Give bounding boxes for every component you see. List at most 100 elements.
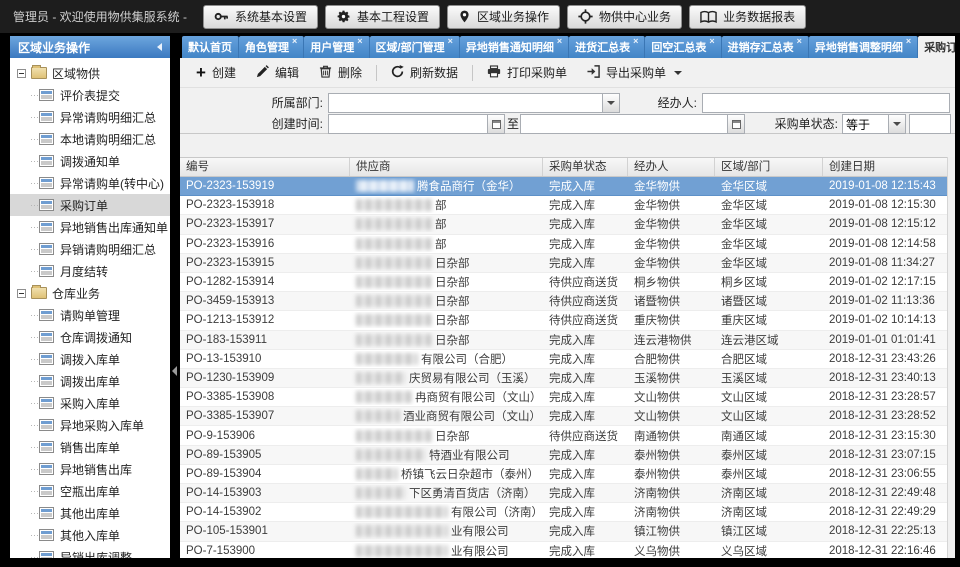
table-row[interactable]: PO-13-153910 有限公司（合肥） 完成入库 合肥物供 合肥区域 201…	[180, 350, 947, 369]
tab-close-icon[interactable]: ×	[633, 36, 638, 47]
tree-item[interactable]: 评价表提交	[10, 84, 170, 106]
tree-item[interactable]: 采购订单	[10, 194, 170, 216]
table-row[interactable]: PO-2323-153919 腾食品商行（金华） 完成入库 金华物供 金华区域 …	[180, 177, 947, 196]
tab[interactable]: 用户管理 ×	[304, 36, 369, 58]
tab-close-icon[interactable]: ×	[797, 36, 802, 47]
system-settings-button[interactable]: 系统基本设置	[203, 5, 318, 29]
created-to-calendar-trigger[interactable]	[727, 115, 744, 133]
export-po-button[interactable]: 导出采购单	[581, 61, 688, 84]
tab[interactable]: 采购订单 ×	[918, 36, 955, 58]
tree-item[interactable]: 异地销售出库	[10, 458, 170, 480]
tab-close-icon[interactable]: ×	[709, 36, 714, 47]
system-settings-label: 系统基本设置	[235, 8, 307, 25]
tab-close-icon[interactable]: ×	[906, 36, 911, 47]
sidebar-panel: 区域业务操作 区域物供 评价表提交 异常请购明细汇总	[10, 36, 170, 558]
cell-status: 完成入库	[543, 485, 628, 501]
manager-filter-input[interactable]	[703, 94, 949, 112]
tree-item[interactable]: 采购入库单	[10, 392, 170, 414]
tree-item[interactable]: 本地请购明细汇总	[10, 128, 170, 150]
supply-center-button[interactable]: 物供中心业务	[567, 5, 682, 29]
tree-item[interactable]: 销售出库单	[10, 436, 170, 458]
sidebar-collapse-icon[interactable]	[157, 43, 162, 51]
engineering-settings-button[interactable]: 基本工程设置	[325, 5, 440, 29]
cell-region: 泰州区域	[715, 466, 823, 482]
tab[interactable]: 默认首页 ×	[182, 36, 239, 58]
created-from-calendar-trigger[interactable]	[487, 115, 504, 133]
tab[interactable]: 角色管理 ×	[239, 36, 304, 58]
tree-expand-toggle-icon[interactable]	[17, 69, 26, 78]
tab[interactable]: 异地销售通知明细 ×	[460, 36, 569, 58]
regional-operations-button[interactable]: 区域业务操作	[447, 5, 560, 29]
refresh-button[interactable]: 刷新数据	[385, 61, 464, 84]
tree-item[interactable]: 调拨通知单	[10, 150, 170, 172]
tree-item[interactable]: 调拨入库单	[10, 348, 170, 370]
table-row[interactable]: PO-89-153905 特酒业有限公司 完成入库 泰州物供 泰州区域 2018…	[180, 446, 947, 465]
status-operator-input[interactable]	[843, 115, 888, 133]
table-row[interactable]: PO-3385-153908 冉商贸有限公司（文山） 完成入库 文山物供 文山区…	[180, 388, 947, 407]
tree-item[interactable]: 异地采购入库单	[10, 414, 170, 436]
created-to-input[interactable]	[521, 115, 727, 133]
table-row[interactable]: PO-2323-153917 部 完成入库 金华物供 金华区域 2019-01-…	[180, 215, 947, 234]
table-row[interactable]: PO-2323-153915 日杂部 完成入库 金华物供 金华区域 2019-0…	[180, 254, 947, 273]
tree-item[interactable]: 异销请购明细汇总	[10, 238, 170, 260]
table-row[interactable]: PO-1230-153909 庆贸易有限公司（玉溪） 完成入库 玉溪物供 玉溪区…	[180, 369, 947, 388]
tree-item[interactable]: 调拨出库单	[10, 370, 170, 392]
tree-item[interactable]: 异地销售出库通知单	[10, 216, 170, 238]
tree-item[interactable]: 异常请购明细汇总	[10, 106, 170, 128]
table-row[interactable]: PO-3459-153913 日杂部 待供应商送货 诸暨物供 诸暨区域 2019…	[180, 292, 947, 311]
table-row[interactable]: PO-14-153903 下区勇清百货店（济南） 完成入库 济南物供 济南区域 …	[180, 484, 947, 503]
column-header-created[interactable]: 创建日期	[823, 158, 945, 176]
tab[interactable]: 进销存汇总表 ×	[722, 36, 809, 58]
table-row[interactable]: PO-3385-153907 酒业商贸有限公司（文山） 完成入库 文山物供 文山…	[180, 407, 947, 426]
table-row[interactable]: PO-7-153900 业有限公司 完成入库 义乌物供 义乌区域 2018-12…	[180, 542, 947, 558]
status-operator-dropdown-trigger[interactable]	[888, 115, 905, 133]
dept-filter-input[interactable]	[329, 94, 602, 112]
column-header-supplier[interactable]: 供应商	[350, 158, 543, 176]
tree-item[interactable]: 异常请购单(转中心)	[10, 172, 170, 194]
print-po-button[interactable]: 打印采购单	[481, 61, 573, 84]
tab-close-icon[interactable]: ×	[448, 36, 453, 47]
gear-icon	[336, 9, 351, 24]
tab[interactable]: 回空汇总表 ×	[645, 36, 721, 58]
table-row[interactable]: PO-1213-153912 日杂部 待供应商送货 重庆物供 重庆区域 2019…	[180, 311, 947, 330]
tab[interactable]: 异地销售调整明细 ×	[809, 36, 918, 58]
supplier-text: 部	[435, 197, 447, 213]
tree-item[interactable]: 其他入库单	[10, 524, 170, 546]
sidebar-splitter-handle[interactable]	[172, 366, 177, 376]
dept-dropdown-trigger[interactable]	[602, 94, 619, 112]
tab-close-icon[interactable]: ×	[557, 36, 562, 47]
column-header-region[interactable]: 区域/部门	[715, 158, 823, 176]
edit-button[interactable]: 编辑	[250, 61, 305, 84]
tree-item[interactable]: 月度结转	[10, 260, 170, 282]
business-reports-button[interactable]: 业务数据报表	[689, 5, 806, 29]
created-from-input[interactable]	[329, 115, 487, 133]
tab[interactable]: 区域/部门管理 ×	[370, 36, 460, 58]
tree-item[interactable]: 请购单管理	[10, 304, 170, 326]
table-row[interactable]: PO-1282-153914 日杂部 待供应商送货 桐乡物供 桐乡区域 2019…	[180, 273, 947, 292]
create-button[interactable]: + 创建	[190, 61, 242, 84]
delete-button[interactable]: 删除	[313, 61, 368, 84]
tree-item[interactable]: 区域物供	[10, 62, 170, 84]
column-header-id[interactable]: 编号	[180, 158, 350, 176]
tab-close-icon[interactable]: ×	[292, 36, 297, 47]
status-value-input[interactable]	[910, 115, 950, 133]
tree-item[interactable]: 异销出库调整	[10, 546, 170, 558]
vertical-scrollbar[interactable]	[947, 157, 955, 558]
table-row[interactable]: PO-2323-153918 部 完成入库 金华物供 金华区域 2019-01-…	[180, 196, 947, 215]
column-header-handler[interactable]: 经办人	[628, 158, 715, 176]
table-row[interactable]: PO-105-153901 业有限公司 完成入库 镇江物供 镇江区域 2018-…	[180, 522, 947, 541]
tab[interactable]: 进货汇总表 ×	[569, 36, 645, 58]
column-header-status[interactable]: 采购单状态	[543, 158, 628, 176]
table-row[interactable]: PO-183-153911 日杂部 完成入库 连云港物供 连云港区域 2019-…	[180, 331, 947, 350]
tree-item[interactable]: 空瓶出库单	[10, 480, 170, 502]
tree-item[interactable]: 其他出库单	[10, 502, 170, 524]
table-row[interactable]: PO-9-153906 日杂部 待供应商送货 南通物供 南通区域 2018-12…	[180, 426, 947, 445]
tree-item[interactable]: 仓库业务	[10, 282, 170, 304]
tab-close-icon[interactable]: ×	[357, 36, 362, 47]
document-icon	[39, 485, 54, 497]
tree-item[interactable]: 仓库调拨通知	[10, 326, 170, 348]
table-row[interactable]: PO-89-153904 桥镇飞云日杂超市（泰州） 完成入库 泰州物供 泰州区域…	[180, 465, 947, 484]
table-row[interactable]: PO-14-153902 有限公司（济南） 完成入库 济南物供 济南区域 201…	[180, 503, 947, 522]
table-row[interactable]: PO-2323-153916 部 完成入库 金华物供 金华区域 2019-01-…	[180, 235, 947, 254]
tree-expand-toggle-icon[interactable]	[17, 289, 26, 298]
